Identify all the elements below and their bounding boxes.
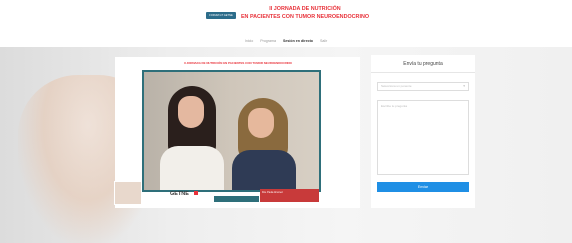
chevron-down-icon: ▾ — [463, 84, 465, 88]
forum-logo: FORUM GT GETNE — [206, 12, 236, 19]
lower-third-band — [214, 196, 259, 202]
form-title: Envía tu pregunta — [403, 61, 443, 67]
title-line-1: II JORNADA DE NUTRICIÓN — [269, 6, 341, 12]
video-title: II JORNADA DE NUTRICIÓN EN PACIENTES CON… — [184, 61, 292, 65]
page-title: II JORNADA DE NUTRICIÓN EN PACIENTES CON… — [240, 6, 370, 21]
nav-item-inicio[interactable]: Inicio — [245, 37, 253, 46]
speaker-left-image — [160, 86, 224, 190]
main-nav: Inicio Programa Sesión en directo Salir — [0, 37, 572, 46]
video-player[interactable] — [142, 70, 321, 192]
video-thumbnail — [114, 181, 142, 205]
video-lower-bar: GETNE Dra. Paula Jiménez — [114, 181, 321, 205]
speaker-name-tag: Dra. Paula Jiménez — [260, 189, 319, 202]
title-line-2: EN PACIENTES CON TUMOR NEUROENDOCRINO — [240, 13, 370, 20]
question-form: Envía tu pregunta Selecciona un ponente … — [371, 55, 475, 208]
getne-logo: GETNE — [170, 191, 189, 197]
nav-item-programa[interactable]: Programa — [260, 37, 276, 46]
submit-button[interactable]: Enviar — [377, 182, 469, 192]
form-divider — [371, 72, 475, 73]
speaker-right-image — [232, 98, 296, 190]
question-textarea-placeholder: Escribe tu pregunta — [381, 104, 408, 108]
question-textarea[interactable]: Escribe tu pregunta — [377, 100, 469, 175]
nav-item-sesion-en-directo[interactable]: Sesión en directo — [283, 37, 313, 46]
speaker-select-placeholder: Selecciona un ponente — [381, 84, 412, 88]
nav-item-salir[interactable]: Salir — [320, 37, 327, 46]
getne-logo-mark-icon — [194, 191, 198, 195]
speaker-select[interactable]: Selecciona un ponente ▾ — [377, 82, 469, 91]
header: FORUM GT GETNE II JORNADA DE NUTRICIÓN E… — [0, 0, 572, 46]
